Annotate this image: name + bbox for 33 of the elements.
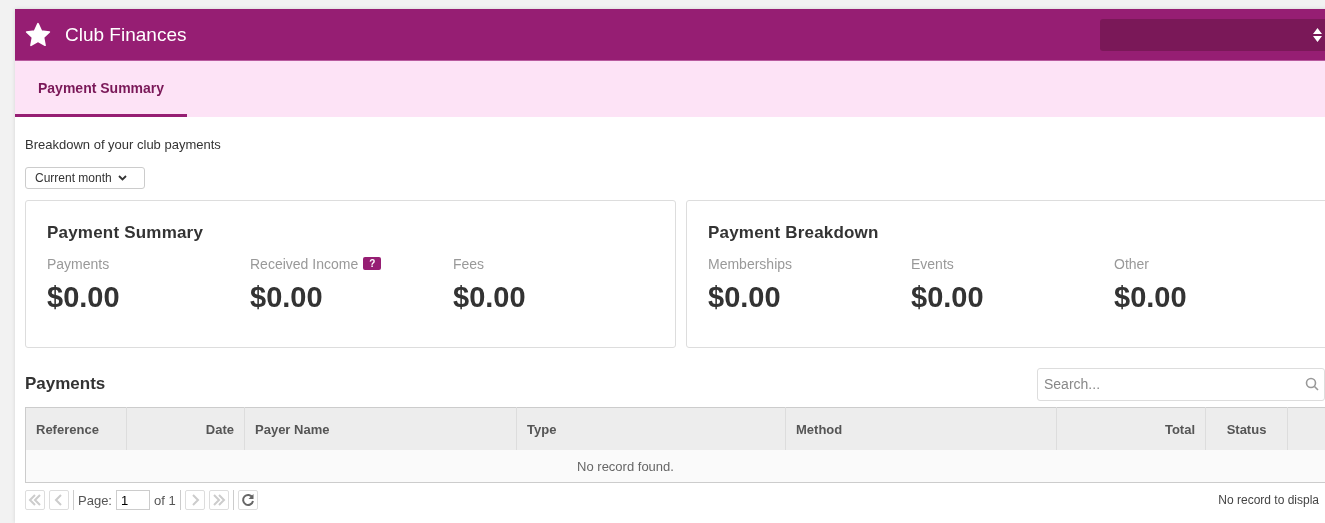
stat-label: Payments: [47, 256, 110, 272]
period-select[interactable]: Current month: [25, 167, 145, 189]
stat-value: $0.00: [1114, 281, 1187, 314]
stat-label: Fees: [453, 256, 485, 272]
stat-value: $0.00: [453, 281, 526, 314]
column-header[interactable]: Date: [126, 407, 245, 450]
column-header[interactable]: Status: [1205, 407, 1288, 450]
column-header[interactable]: Type: [516, 407, 786, 450]
stat-label: Events: [911, 256, 954, 272]
page-input[interactable]: 1: [116, 490, 150, 510]
tab[interactable]: Payment Summary: [15, 61, 188, 117]
column-header[interactable]: Method: [785, 407, 1057, 450]
stat-value: $0.00: [47, 281, 120, 314]
page-label: Page:: [78, 492, 112, 508]
intro-text: Breakdown of your club payments: [25, 137, 221, 152]
section-title: Payments: [25, 374, 106, 394]
column-header[interactable]: Payer Name: [244, 407, 517, 450]
stat-label: Memberships: [708, 256, 793, 272]
app-title: Club Finances: [65, 23, 187, 46]
stat-value: $0.00: [708, 281, 781, 314]
stat-label: Other: [1114, 256, 1149, 272]
stat-value: $0.00: [911, 281, 984, 314]
record-status: No record to displa: [1218, 493, 1319, 507]
page-count: of 1: [154, 492, 176, 508]
stat-label: Received Income: [250, 256, 359, 272]
stat-value: $0.00: [250, 281, 323, 314]
help-badge[interactable]: ?: [363, 257, 382, 270]
column-header[interactable]: Total: [1056, 407, 1206, 450]
search-field[interactable]: Search...: [1037, 367, 1325, 401]
empty-message: No record found.: [25, 450, 1325, 483]
card-title: Payment Summary: [47, 223, 204, 242]
column-header[interactable]: Reference: [25, 407, 127, 450]
card-title: Payment Breakdown: [708, 223, 879, 242]
